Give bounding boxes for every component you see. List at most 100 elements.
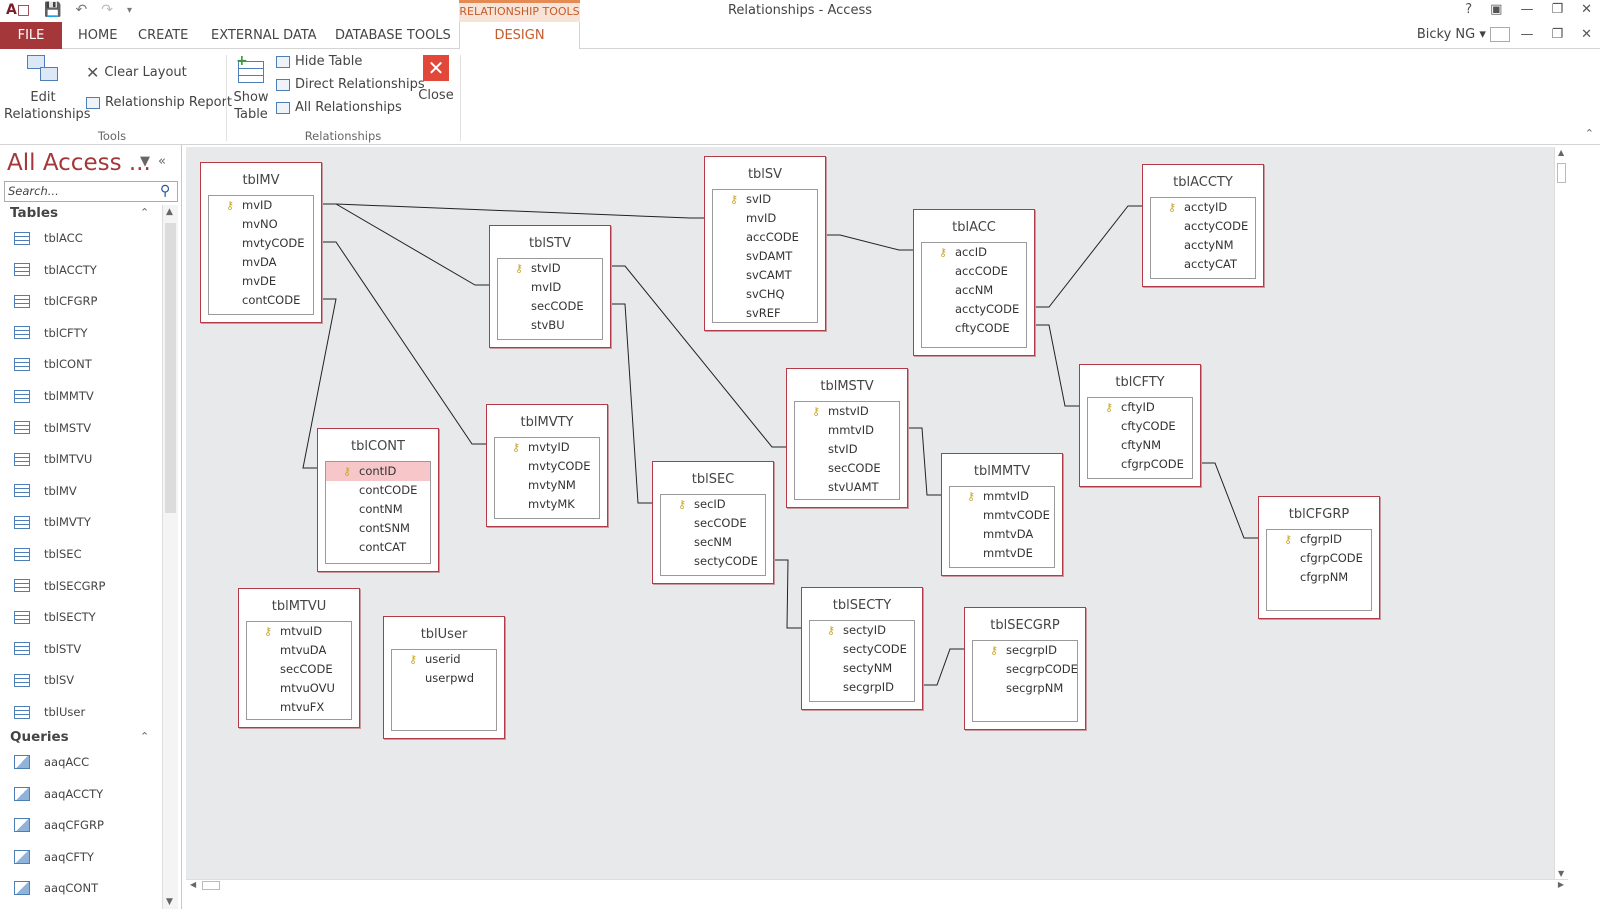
table-field[interactable]: svCAMT — [713, 266, 817, 285]
table-field[interactable]: stvCH — [498, 335, 602, 339]
canvas-vscroll-thumb[interactable] — [1557, 163, 1566, 183]
table-name[interactable]: tblMVTY — [487, 415, 607, 431]
all-relationships-button[interactable]: All Relationships — [276, 100, 402, 115]
scroll-up-icon[interactable]: ▲ — [166, 207, 173, 217]
nav-table-item[interactable]: tblCONT — [14, 353, 92, 375]
table-field[interactable]: ⚷ accID — [922, 243, 1026, 262]
relationship-line[interactable] — [774, 559, 801, 629]
nav-query-item[interactable]: aaqACCTY — [14, 783, 103, 805]
table-field[interactable]: ⚷ secgrpID — [973, 641, 1077, 660]
field-list[interactable]: ⚷ userid userpwd — [391, 649, 497, 731]
table-field[interactable]: ⚷ contID — [326, 462, 430, 481]
table-field[interactable]: ⚷ mtvuID — [247, 622, 351, 641]
relationship-table-tblsv[interactable]: tblSV ⚷ svID mvID accCODE svDAMT svCAMT svCHQ sv… — [704, 156, 826, 331]
table-field[interactable]: ⚷ stvID — [498, 259, 602, 278]
table-field[interactable]: contCAT — [326, 538, 430, 557]
relationship-line[interactable] — [322, 241, 486, 445]
table-field[interactable]: cfgrpCODE — [1088, 455, 1192, 474]
relationship-table-tblcfgrp[interactable]: tblCFGRP ⚷ cfgrpID cfgrpCODE cfgrpNM — [1258, 496, 1380, 619]
table-field[interactable]: stvID — [795, 440, 899, 459]
scroll-right-icon[interactable]: ▶ — [1558, 880, 1564, 889]
table-name[interactable]: tblSEC — [653, 472, 773, 488]
table-name[interactable]: tblSECGRP — [965, 618, 1085, 634]
table-name[interactable]: tblCONT — [318, 439, 438, 455]
doc-restore-icon[interactable]: ❐ — [1551, 27, 1563, 42]
scroll-left-icon[interactable]: ◀ — [190, 880, 196, 889]
nav-table-item[interactable]: tblCFTY — [14, 322, 88, 344]
doc-close-icon[interactable]: ✕ — [1581, 27, 1592, 42]
table-field[interactable]: mvDE — [209, 272, 313, 291]
field-list[interactable]: ⚷ mvtyID mvtyCODE mvtyNM mvtyMK — [494, 437, 600, 519]
table-field[interactable]: accNM — [922, 281, 1026, 300]
relationship-line[interactable] — [1035, 205, 1142, 308]
table-field[interactable]: contCODE — [209, 291, 313, 310]
collapse-tables-icon[interactable]: ⌃ — [140, 206, 149, 219]
table-name[interactable]: tblMMTV — [942, 464, 1062, 480]
field-list[interactable]: ⚷ mvID mvNO mvtyCODE mvDA mvDE contCODE — [208, 195, 314, 315]
table-field[interactable]: cfgrpCODE — [1267, 549, 1371, 568]
nav-table-item[interactable]: tblSV — [14, 669, 74, 691]
table-field[interactable]: mvID — [713, 209, 817, 228]
table-field[interactable]: acctyCODE — [922, 300, 1026, 319]
relationship-line[interactable] — [611, 303, 652, 504]
table-field[interactable]: svDAMT — [713, 247, 817, 266]
close-window-icon[interactable]: ✕ — [1581, 2, 1592, 17]
table-field[interactable]: cftyCODE — [1088, 417, 1192, 436]
table-name[interactable]: tblACCTY — [1143, 175, 1263, 191]
table-field[interactable]: secNM — [661, 533, 765, 552]
relationship-line[interactable] — [1035, 324, 1079, 407]
direct-relationships-button[interactable]: Direct Relationships — [276, 77, 425, 92]
table-field[interactable]: mmtvDE — [950, 544, 1054, 563]
close-button[interactable]: ✕ Close — [416, 55, 456, 104]
nav-table-item[interactable]: tblMMTV — [14, 385, 94, 407]
nav-table-item[interactable]: tblMV — [14, 480, 77, 502]
nav-table-item[interactable]: tblMVTY — [14, 511, 91, 533]
relationship-table-tblmvty[interactable]: tblMVTY ⚷ mvtyID mvtyCODE mvtyNM mvtyMK — [486, 404, 608, 527]
table-field[interactable]: mvtyCODE — [495, 457, 599, 476]
minimize-icon[interactable]: — — [1520, 2, 1533, 17]
table-field[interactable]: secCODE — [661, 514, 765, 533]
table-field[interactable]: secgrpID — [810, 678, 914, 697]
table-field[interactable]: acctyCODE — [1151, 217, 1255, 236]
nav-table-item[interactable]: tblSEC — [14, 543, 82, 565]
table-name[interactable]: tblMTVU — [239, 599, 359, 615]
relationship-line[interactable] — [1201, 462, 1258, 539]
queries-section-header[interactable]: Queries — [10, 729, 69, 745]
field-list[interactable]: ⚷ secgrpID secgrpCODE secgrpNM — [972, 640, 1078, 722]
table-field[interactable]: mvtyCODE — [209, 234, 313, 253]
nav-pane-title[interactable]: All Access ... — [7, 150, 151, 176]
table-field[interactable]: mmtvID — [795, 421, 899, 440]
table-field[interactable]: acctyNM — [1151, 236, 1255, 255]
relationship-table-tblacc[interactable]: tblACC ⚷ accID accCODE accNM acctyCODE cftyCOD… — [913, 209, 1035, 356]
table-field[interactable]: ⚷ secID — [661, 495, 765, 514]
table-field[interactable]: mvtyNM — [495, 476, 599, 495]
relationship-table-tblstv[interactable]: tblSTV ⚷ stvID mvID secCODE stvBU stvCH — [489, 225, 611, 348]
tab-create[interactable]: CREATE — [126, 22, 200, 49]
table-field[interactable]: accCODE — [713, 228, 817, 247]
table-name[interactable]: tblMSTV — [787, 379, 907, 395]
field-list[interactable]: ⚷ acctyID acctyCODE acctyNM acctyCAT — [1150, 197, 1256, 279]
canvas-hscroll-thumb[interactable] — [202, 881, 220, 890]
nav-table-item[interactable]: tblACC — [14, 227, 83, 249]
nav-table-item[interactable]: tblSECGRP — [14, 575, 105, 597]
scroll-down-icon[interactable]: ▼ — [166, 897, 173, 907]
table-field[interactable]: secCODE — [795, 459, 899, 478]
table-name[interactable]: tblACC — [914, 220, 1034, 236]
table-field[interactable]: ⚷ acctyID — [1151, 198, 1255, 217]
table-name[interactable]: tblSECTY — [802, 598, 922, 614]
tab-home[interactable]: HOME — [66, 22, 129, 49]
relationship-table-tblmmtv[interactable]: tblMMTV ⚷ mmtvID mmtvCODE mmtvDA mmtvDE — [941, 453, 1063, 576]
relationship-table-tblmv[interactable]: tblMV ⚷ mvID mvNO mvtyCODE mvDA mvDE contCODE — [200, 162, 322, 323]
table-field[interactable]: mtvuOVU — [247, 679, 351, 698]
nav-table-item[interactable]: tblACCTY — [14, 259, 97, 281]
field-list[interactable]: ⚷ mtvuID mtvuDA secCODE mtvuOVU mtvuFX — [246, 621, 352, 720]
scroll-down-icon[interactable]: ▼ — [1558, 869, 1564, 878]
table-field[interactable]: stvBU — [498, 316, 602, 335]
table-field[interactable]: secgrpCODE — [973, 660, 1077, 679]
nav-query-item[interactable]: aaqCFTY — [14, 846, 94, 868]
nav-table-item[interactable]: tblSECTY — [14, 606, 96, 628]
tables-section-header[interactable]: Tables — [10, 205, 58, 221]
relationship-line[interactable] — [923, 648, 964, 686]
field-list[interactable]: ⚷ cftyID cftyCODE cftyNM cfgrpCODE — [1087, 397, 1193, 479]
table-field[interactable]: contSNM — [326, 519, 430, 538]
